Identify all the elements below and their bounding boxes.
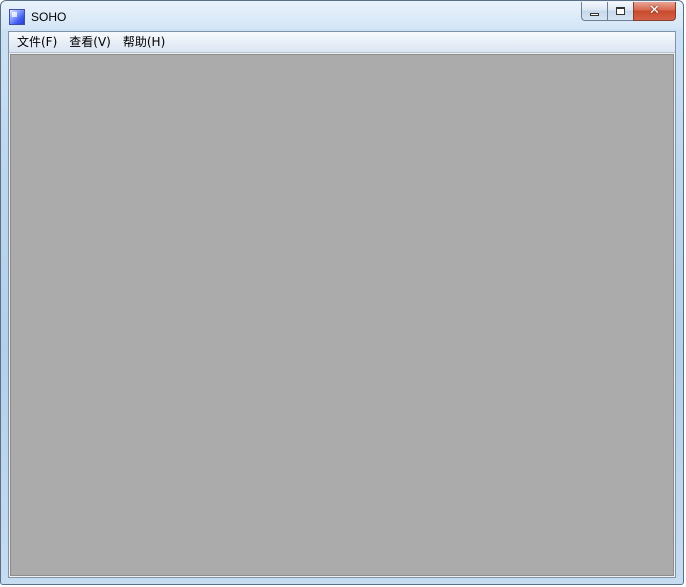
minimize-button[interactable] [581, 2, 607, 21]
menu-view[interactable]: 查看(V) [63, 33, 117, 52]
title-bar[interactable]: SOHO ✕ [1, 1, 683, 31]
client-area: 文件(F) 查看(V) 帮助(H) [8, 31, 676, 578]
mdi-workspace[interactable] [10, 54, 674, 576]
caption-buttons: ✕ [581, 2, 676, 21]
close-icon: ✕ [649, 3, 660, 18]
menu-bar: 文件(F) 查看(V) 帮助(H) [9, 32, 675, 53]
app-icon[interactable] [9, 9, 25, 25]
maximize-icon [616, 7, 625, 15]
minimize-icon [590, 13, 599, 16]
window-title: SOHO [31, 10, 67, 24]
menu-file[interactable]: 文件(F) [11, 33, 63, 52]
menu-help[interactable]: 帮助(H) [117, 33, 171, 52]
maximize-button[interactable] [607, 2, 633, 21]
close-button[interactable]: ✕ [633, 2, 676, 21]
app-window: SOHO ✕ 文件(F) 查看(V) 帮助(H) [0, 0, 684, 585]
